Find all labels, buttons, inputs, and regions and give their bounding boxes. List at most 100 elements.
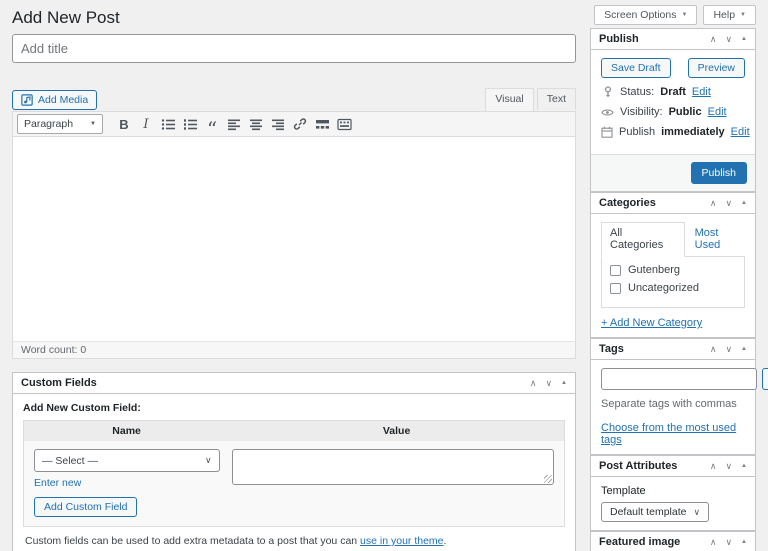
template-value: Default template bbox=[610, 506, 687, 518]
edit-visibility-link[interactable]: Edit bbox=[708, 106, 727, 118]
move-down-icon[interactable]: ∨ bbox=[545, 378, 552, 388]
choose-most-used-tags-link[interactable]: Choose from the most used tags bbox=[601, 422, 745, 446]
category-checklist: Gutenberg Uncategorized bbox=[601, 256, 745, 308]
status-label: Status: bbox=[620, 86, 655, 98]
align-right-button[interactable] bbox=[267, 114, 289, 134]
editor-content[interactable] bbox=[12, 137, 576, 342]
template-label: Template bbox=[601, 485, 646, 497]
align-center-icon bbox=[250, 119, 262, 130]
toggle-panel-icon[interactable]: ▲ bbox=[741, 36, 747, 42]
add-new-category-link[interactable]: + Add New Category bbox=[601, 317, 702, 329]
category-tabs: All Categories Most Used bbox=[601, 222, 745, 257]
publish-button[interactable]: Publish bbox=[690, 162, 747, 184]
align-center-button[interactable] bbox=[245, 114, 267, 134]
use-in-your-theme-link[interactable]: use in your theme bbox=[360, 535, 443, 547]
screen-meta-buttons: Screen Options ▼ Help ▼ bbox=[594, 5, 756, 25]
tab-visual[interactable]: Visual bbox=[485, 88, 534, 111]
visibility-eye-icon bbox=[601, 108, 614, 117]
add-custom-field-button[interactable]: Add Custom Field bbox=[34, 497, 138, 517]
paragraph-format-value: Paragraph bbox=[24, 118, 74, 130]
column-header-name: Name bbox=[112, 425, 141, 437]
featured-image-panel: Featured image ∧ ∨ ▲ bbox=[590, 531, 756, 551]
move-up-icon[interactable]: ∧ bbox=[710, 537, 717, 547]
tab-most-used[interactable]: Most Used bbox=[695, 227, 745, 251]
toggle-panel-icon[interactable]: ▲ bbox=[741, 539, 747, 545]
custom-fields-title: Custom Fields bbox=[21, 377, 97, 389]
visibility-value: Public bbox=[668, 106, 702, 118]
move-up-icon[interactable]: ∧ bbox=[710, 461, 717, 471]
post-status-pin-icon bbox=[601, 86, 614, 98]
preview-button[interactable]: Preview bbox=[687, 58, 745, 78]
move-down-icon[interactable]: ∨ bbox=[725, 344, 732, 354]
editor-toolbar: Paragraph ▼ B I “ bbox=[12, 111, 576, 141]
numbered-list-button[interactable] bbox=[179, 114, 201, 134]
enter-new-link[interactable]: Enter new bbox=[34, 477, 81, 489]
paragraph-format-select[interactable]: Paragraph ▼ bbox=[17, 114, 103, 134]
add-new-post-screen: Add New Post Screen Options ▼ Help ▼ Add… bbox=[0, 0, 768, 551]
blockquote-button[interactable]: “ bbox=[201, 114, 223, 141]
custom-field-value-textarea[interactable] bbox=[231, 449, 554, 485]
bold-button[interactable]: B bbox=[113, 114, 135, 134]
category-label: Uncategorized bbox=[628, 282, 699, 294]
tags-title: Tags bbox=[599, 343, 624, 355]
add-media-button[interactable]: Add Media bbox=[12, 90, 98, 110]
toggle-panel-icon[interactable]: ▲ bbox=[741, 346, 747, 352]
custom-fields-help-text: Custom fields can be used to add extra m… bbox=[25, 535, 447, 547]
move-up-icon[interactable]: ∧ bbox=[530, 378, 537, 388]
bulleted-list-button[interactable] bbox=[157, 114, 179, 134]
more-tag-icon bbox=[315, 119, 329, 129]
toolbar-toggle-button[interactable] bbox=[333, 114, 355, 134]
italic-button[interactable]: I bbox=[135, 114, 157, 134]
align-left-button[interactable] bbox=[223, 114, 245, 134]
edit-status-link[interactable]: Edit bbox=[692, 86, 711, 98]
blockquote-icon: “ bbox=[206, 116, 218, 141]
publish-title: Publish bbox=[599, 33, 639, 45]
custom-field-key-select[interactable]: — Select — ∨ bbox=[34, 449, 220, 472]
visibility-label: Visibility: bbox=[620, 106, 663, 118]
post-attributes-title: Post Attributes bbox=[599, 460, 678, 472]
toggle-panel-icon[interactable]: ▲ bbox=[741, 200, 747, 206]
resize-grip[interactable] bbox=[543, 475, 552, 483]
template-select[interactable]: Default template ∨ bbox=[601, 502, 710, 522]
calendar-icon bbox=[601, 126, 613, 138]
insert-more-tag-button[interactable] bbox=[311, 114, 333, 134]
toggle-panel-icon[interactable]: ▲ bbox=[561, 380, 567, 386]
category-checkbox[interactable] bbox=[610, 264, 621, 276]
add-tag-button[interactable]: Add bbox=[762, 368, 768, 390]
link-icon bbox=[293, 118, 307, 130]
align-right-icon bbox=[272, 119, 284, 130]
visibility-row: Visibility: Public Edit bbox=[601, 106, 745, 118]
move-up-icon[interactable]: ∧ bbox=[710, 344, 717, 354]
move-down-icon[interactable]: ∨ bbox=[725, 198, 732, 208]
category-label: Gutenberg bbox=[628, 264, 680, 276]
move-up-icon[interactable]: ∧ bbox=[710, 34, 717, 44]
schedule-value: immediately bbox=[661, 126, 725, 138]
move-down-icon[interactable]: ∨ bbox=[725, 537, 732, 547]
save-draft-button[interactable]: Save Draft bbox=[601, 58, 671, 78]
insert-link-button[interactable] bbox=[289, 114, 311, 134]
chevron-down-icon: ▼ bbox=[740, 12, 746, 18]
post-body-content: Add Media Visual Text Paragraph ▼ B bbox=[12, 28, 576, 551]
tab-text[interactable]: Text bbox=[536, 88, 576, 110]
post-title-input[interactable] bbox=[12, 34, 576, 63]
screen-options-button[interactable]: Screen Options ▼ bbox=[594, 5, 698, 25]
help-button[interactable]: Help ▼ bbox=[703, 5, 756, 25]
new-tag-input[interactable] bbox=[601, 368, 757, 390]
move-down-icon[interactable]: ∨ bbox=[725, 34, 732, 44]
numbered-list-icon bbox=[184, 118, 197, 130]
screen-options-label: Screen Options bbox=[604, 9, 677, 21]
move-up-icon[interactable]: ∧ bbox=[710, 198, 717, 208]
move-down-icon[interactable]: ∨ bbox=[725, 461, 732, 471]
keyboard-toggle-icon bbox=[336, 118, 352, 130]
category-checkbox[interactable] bbox=[610, 282, 621, 294]
chevron-down-icon: ▼ bbox=[90, 121, 96, 127]
toggle-panel-icon[interactable]: ▲ bbox=[741, 463, 747, 469]
edit-schedule-link[interactable]: Edit bbox=[731, 126, 750, 138]
bulleted-list-icon bbox=[161, 118, 175, 130]
publish-footer: Publish bbox=[591, 154, 755, 191]
tab-all-categories[interactable]: All Categories bbox=[601, 222, 685, 257]
status-value: Draft bbox=[660, 86, 686, 98]
chevron-down-icon: ∨ bbox=[693, 506, 701, 517]
category-item: Gutenberg bbox=[610, 264, 736, 276]
schedule-row: Publish immediately Edit bbox=[601, 126, 750, 138]
